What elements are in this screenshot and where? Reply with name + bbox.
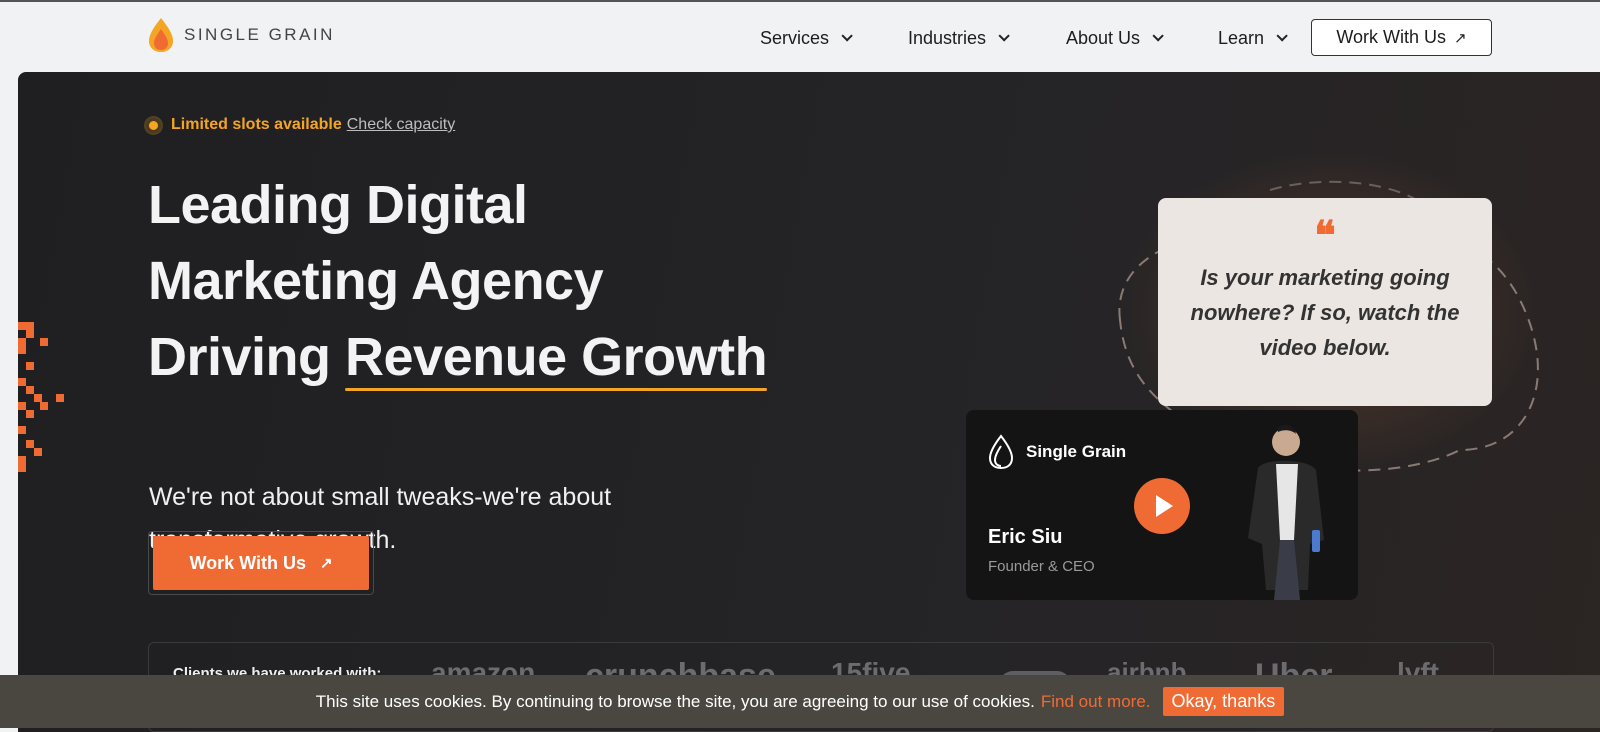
check-capacity-link[interactable]: Check capacity bbox=[347, 116, 456, 134]
nav-services-label: Services bbox=[760, 27, 830, 48]
grain-logo-icon bbox=[149, 18, 173, 52]
nav-industries[interactable]: Industries bbox=[908, 22, 1010, 54]
headline-line-1: Leading Digital bbox=[148, 175, 528, 235]
nav-services[interactable]: Services bbox=[760, 22, 853, 54]
site-header: SINGLE GRAIN Services Industries About U… bbox=[0, 2, 1600, 72]
play-button-icon[interactable] bbox=[1134, 478, 1190, 534]
status-dot-icon bbox=[146, 117, 161, 133]
hero-cta-frame: Work With Us ↗ bbox=[148, 531, 374, 595]
chevron-down-icon bbox=[841, 30, 853, 42]
cookie-text: This site uses cookies. By continuing to… bbox=[315, 691, 1035, 711]
speaker-photo bbox=[1248, 424, 1324, 600]
limited-slots-notice: Limited slots available Check capacity bbox=[146, 116, 455, 134]
limited-slots-text: Limited slots available bbox=[171, 116, 342, 133]
chevron-down-icon bbox=[1152, 30, 1164, 42]
arrow-up-right-icon: ↗ bbox=[319, 555, 333, 572]
video-brand: Single Grain bbox=[988, 434, 1126, 470]
video-brand-name: Single Grain bbox=[1026, 442, 1127, 461]
video-card[interactable]: Single Grain Eric Siu Founder & CEO bbox=[966, 410, 1358, 600]
chevron-down-icon bbox=[998, 30, 1010, 42]
cookie-accept-button[interactable]: Okay, thanks bbox=[1162, 687, 1285, 716]
hero-section: Limited slots available Check capacity L… bbox=[18, 72, 1600, 732]
chevron-down-icon bbox=[1276, 30, 1288, 42]
nav-about[interactable]: About Us bbox=[1066, 22, 1164, 54]
work-with-us-nav-label: Work With Us bbox=[1336, 27, 1447, 47]
grain-outline-icon bbox=[988, 434, 1014, 470]
brand-logo[interactable]: SINGLE GRAIN bbox=[148, 17, 335, 53]
brand-name: SINGLE GRAIN bbox=[184, 25, 335, 44]
headline-highlight: Revenue Growth bbox=[345, 319, 768, 395]
cookie-find-out-more-link[interactable]: Find out more. bbox=[1041, 692, 1151, 712]
quote-mark-icon: ❝ bbox=[1314, 214, 1336, 258]
video-quote-card: ❝ Is your marketing going nowhere? If so… bbox=[1158, 198, 1492, 406]
nav-learn[interactable]: Learn bbox=[1218, 22, 1288, 54]
arrow-up-right-icon: ↗ bbox=[1454, 29, 1467, 47]
hero-headline: Leading Digital Marketing Agency Driving… bbox=[148, 167, 768, 395]
nav-industries-label: Industries bbox=[908, 27, 987, 48]
work-with-us-hero-label: Work With Us bbox=[189, 552, 306, 573]
headline-line-3: Driving Revenue Growth bbox=[148, 319, 768, 395]
work-with-us-nav-button[interactable]: Work With Us ↗ bbox=[1311, 19, 1492, 56]
speaker-role: Founder & CEO bbox=[988, 558, 1095, 575]
quote-text: Is your marketing going nowhere? If so, … bbox=[1190, 265, 1460, 360]
headline-line-3-lead: Driving bbox=[148, 327, 346, 387]
nav-about-label: About Us bbox=[1066, 27, 1141, 48]
headline-line-2: Marketing Agency bbox=[148, 251, 604, 311]
nav-learn-label: Learn bbox=[1218, 27, 1265, 48]
work-with-us-hero-button[interactable]: Work With Us ↗ bbox=[153, 536, 369, 590]
cookie-banner: This site uses cookies. By continuing to… bbox=[0, 675, 1600, 728]
speaker-name: Eric Siu bbox=[988, 526, 1063, 548]
